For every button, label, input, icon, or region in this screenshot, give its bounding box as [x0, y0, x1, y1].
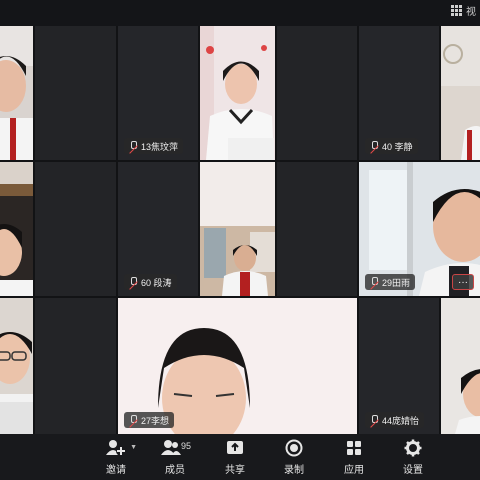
- chevron-down-icon[interactable]: ▼: [130, 444, 137, 451]
- more-options-button[interactable]: ···: [452, 274, 474, 290]
- invite-label: 邀请: [106, 465, 126, 476]
- video-tile[interactable]: [0, 26, 33, 160]
- participant-name: 29田雨: [382, 277, 411, 288]
- grid-view-icon: [451, 4, 462, 16]
- invite-icon: [106, 440, 126, 456]
- record-icon: [285, 439, 303, 457]
- video-tile[interactable]: 44庞婧怡: [359, 298, 439, 434]
- apps-icon: [347, 441, 361, 455]
- mic-muted-icon: [369, 277, 379, 287]
- video-tile[interactable]: [277, 26, 357, 160]
- video-tile[interactable]: [35, 298, 116, 434]
- members-button[interactable]: 95 成员: [151, 438, 199, 476]
- apps-button[interactable]: 应用: [330, 438, 378, 476]
- participant-video: [0, 298, 33, 434]
- participant-video: [441, 298, 480, 434]
- participant-name-tag: 13焦玟萍: [124, 138, 184, 154]
- share-screen-icon: [227, 441, 243, 454]
- member-count: 95: [181, 441, 192, 451]
- mic-muted-icon: [369, 141, 379, 151]
- record-button[interactable]: 录制: [270, 438, 318, 476]
- mic-muted-icon: [128, 277, 138, 287]
- mic-muted-icon: [369, 415, 379, 425]
- share-button[interactable]: 共享: [211, 438, 259, 476]
- participant-name: 60 段涛: [141, 277, 172, 288]
- members-label: 成员: [165, 465, 185, 476]
- settings-button[interactable]: 设置: [389, 438, 437, 476]
- participant-name: 44庞婧怡: [382, 415, 420, 426]
- members-icon: [161, 440, 181, 455]
- participant-name-tag: 40 李静: [365, 138, 418, 154]
- participant-video: [0, 162, 33, 296]
- video-tile[interactable]: [35, 162, 116, 296]
- video-tile[interactable]: 13焦玟萍: [118, 26, 198, 160]
- view-layout-label: 视: [466, 6, 476, 18]
- participant-name-tag: 29田雨: [365, 274, 416, 290]
- record-label: 录制: [284, 465, 304, 476]
- meeting-toolbar: ▼ 邀请 95 成员 共享 录制 应用 设置: [0, 434, 480, 480]
- participant-name: 13焦玟萍: [141, 141, 179, 152]
- video-tile[interactable]: 29田雨 ···: [359, 162, 480, 296]
- video-tile[interactable]: [441, 298, 480, 434]
- participant-video: [200, 26, 275, 160]
- participant-video: [200, 162, 275, 296]
- video-tile[interactable]: [0, 298, 33, 434]
- video-tile[interactable]: 27李想: [118, 298, 357, 434]
- video-grid: 13焦玟萍 40 李静 60 段涛 29田雨 ··· 27李想 44庞婧怡: [0, 26, 480, 434]
- participant-name: 27李想: [141, 415, 170, 426]
- video-tile[interactable]: [441, 26, 480, 160]
- video-tile[interactable]: 40 李静: [359, 26, 439, 160]
- participant-name-tag: 60 段涛: [124, 274, 177, 290]
- participant-name: 40 李静: [382, 141, 413, 152]
- share-label: 共享: [225, 465, 245, 476]
- top-bar: 视: [0, 0, 480, 26]
- view-layout-button[interactable]: 视: [447, 0, 480, 20]
- invite-button[interactable]: ▼ 邀请: [92, 438, 140, 476]
- video-tile[interactable]: [200, 26, 275, 160]
- participant-video: [441, 26, 480, 160]
- video-tile[interactable]: [35, 26, 116, 160]
- gear-icon: [404, 439, 422, 457]
- participant-video: [0, 26, 33, 160]
- video-tile[interactable]: [200, 162, 275, 296]
- video-tile[interactable]: [277, 162, 357, 296]
- settings-label: 设置: [403, 465, 423, 476]
- video-tile[interactable]: 60 段涛: [118, 162, 198, 296]
- participant-name-tag: 27李想: [124, 412, 175, 428]
- apps-label: 应用: [344, 465, 364, 476]
- participant-name-tag: 44庞婧怡: [365, 412, 425, 428]
- video-tile[interactable]: [0, 162, 33, 296]
- mic-muted-icon: [128, 141, 138, 151]
- mic-muted-icon: [128, 415, 138, 425]
